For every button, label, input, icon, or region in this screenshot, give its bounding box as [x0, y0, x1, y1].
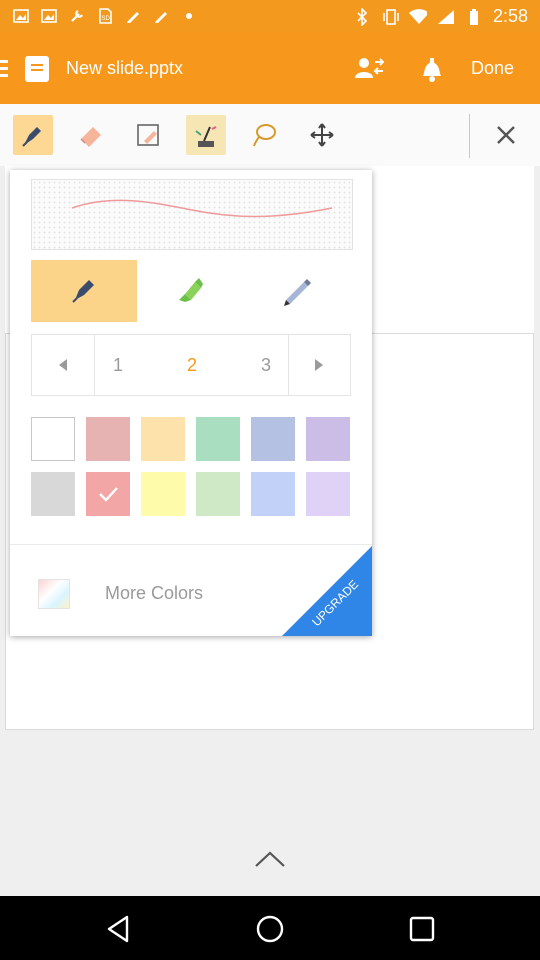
- image-icon: [40, 7, 58, 25]
- color-swatch-yellow[interactable]: [141, 472, 185, 516]
- highlighter-icon: [179, 278, 203, 302]
- color-swatch-mint[interactable]: [196, 417, 240, 461]
- recents-button[interactable]: [405, 912, 439, 946]
- sd-card-icon: SD: [96, 7, 114, 25]
- close-toolbar-button[interactable]: [486, 115, 526, 155]
- color-swatch-lavender[interactable]: [306, 417, 350, 461]
- pen-settings-panel: 1 2 3 More Colors UPGRADE: [10, 170, 372, 636]
- stroke-preview-line: [71, 199, 333, 218]
- close-icon: [497, 126, 515, 144]
- pen-type-pencil[interactable]: [244, 260, 350, 322]
- system-nav-bar: [0, 896, 540, 960]
- pager-page-1[interactable]: 1: [94, 335, 142, 395]
- pen-type-highlighter[interactable]: [137, 260, 243, 322]
- menu-icon[interactable]: [0, 56, 12, 80]
- pager-page-3[interactable]: 3: [242, 335, 290, 395]
- notification-bell-icon[interactable]: [418, 54, 446, 84]
- expand-up-icon[interactable]: [252, 848, 288, 872]
- app-header: New slide.pptx Done: [0, 32, 540, 104]
- eraser-icon: [80, 127, 101, 147]
- lasso-icon: [253, 124, 276, 147]
- pen-icon: [22, 127, 41, 147]
- document-title: New slide.pptx: [66, 58, 184, 78]
- pencil-icon: [284, 279, 311, 306]
- ink-brush-tool-button[interactable]: [186, 115, 226, 155]
- ink-brush-icon: [195, 126, 217, 147]
- drawing-toolbar: [0, 104, 540, 167]
- status-bar: SD 2:58: [0, 0, 540, 32]
- chevron-left-icon: [59, 359, 67, 371]
- color-swatch-rose[interactable]: [86, 417, 130, 461]
- color-swatch-peach[interactable]: [141, 417, 185, 461]
- thickness-pager: 1 2 3: [31, 334, 351, 396]
- pager-page-2[interactable]: 2: [168, 335, 216, 395]
- lasso-tool-button[interactable]: [244, 115, 284, 155]
- eraser-tool-button[interactable]: [71, 115, 111, 155]
- pen-icon: [124, 7, 142, 25]
- chevron-right-icon: [315, 359, 323, 371]
- pencil-eraser-icon: [137, 124, 159, 146]
- done-button[interactable]: Done: [471, 58, 514, 79]
- home-button[interactable]: [253, 912, 287, 946]
- notification-icons: SD: [12, 7, 198, 25]
- stroke-preview: [31, 179, 353, 250]
- home-icon: [256, 915, 284, 943]
- recents-icon: [409, 916, 435, 942]
- color-swatch-light-blue[interactable]: [251, 472, 295, 516]
- back-icon: [107, 915, 129, 943]
- pen-tool-button[interactable]: [13, 115, 53, 155]
- wifi-icon: [408, 8, 427, 26]
- toolbar-divider: [469, 114, 470, 158]
- panel-divider: [10, 544, 372, 545]
- back-button[interactable]: [101, 912, 135, 946]
- color-swatch-light-green[interactable]: [196, 472, 240, 516]
- pencil-eraser-tool-button[interactable]: [128, 115, 168, 155]
- checkmark-icon: [99, 487, 118, 502]
- clock: 2:58: [492, 6, 528, 26]
- bluetooth-icon: [353, 7, 371, 26]
- document-icon: [25, 56, 49, 82]
- more-colors-button[interactable]: More Colors: [105, 583, 203, 604]
- share-users-icon[interactable]: [354, 54, 385, 84]
- battery-icon: [465, 8, 483, 26]
- signal-icon: [437, 8, 455, 26]
- color-swatch-light-purple[interactable]: [306, 472, 350, 516]
- color-swatch-gray[interactable]: [31, 472, 75, 516]
- pen-type-pen[interactable]: [31, 260, 137, 322]
- color-palette-icon[interactable]: [38, 579, 70, 609]
- color-swatch-periwinkle[interactable]: [251, 417, 295, 461]
- upgrade-ribbon[interactable]: UPGRADE: [282, 546, 372, 636]
- pen-icon: [152, 7, 170, 25]
- color-swatch-white[interactable]: [31, 417, 75, 461]
- pager-next-button[interactable]: [288, 335, 350, 395]
- wrench-icon: [68, 7, 86, 25]
- pager-prev-button[interactable]: [32, 335, 94, 395]
- svg-text:SD: SD: [102, 16, 111, 22]
- upgrade-ribbon-bg: [282, 546, 372, 636]
- move-tool-button[interactable]: [302, 115, 342, 155]
- fountain-pen-icon: [72, 280, 94, 303]
- color-swatch-pink-selected[interactable]: [86, 472, 130, 516]
- image-icon: [12, 7, 30, 25]
- move-icon: [310, 123, 334, 147]
- system-icons: 2:58: [353, 6, 528, 27]
- dot-icon: [180, 7, 198, 25]
- vibrate-icon: [381, 8, 399, 26]
